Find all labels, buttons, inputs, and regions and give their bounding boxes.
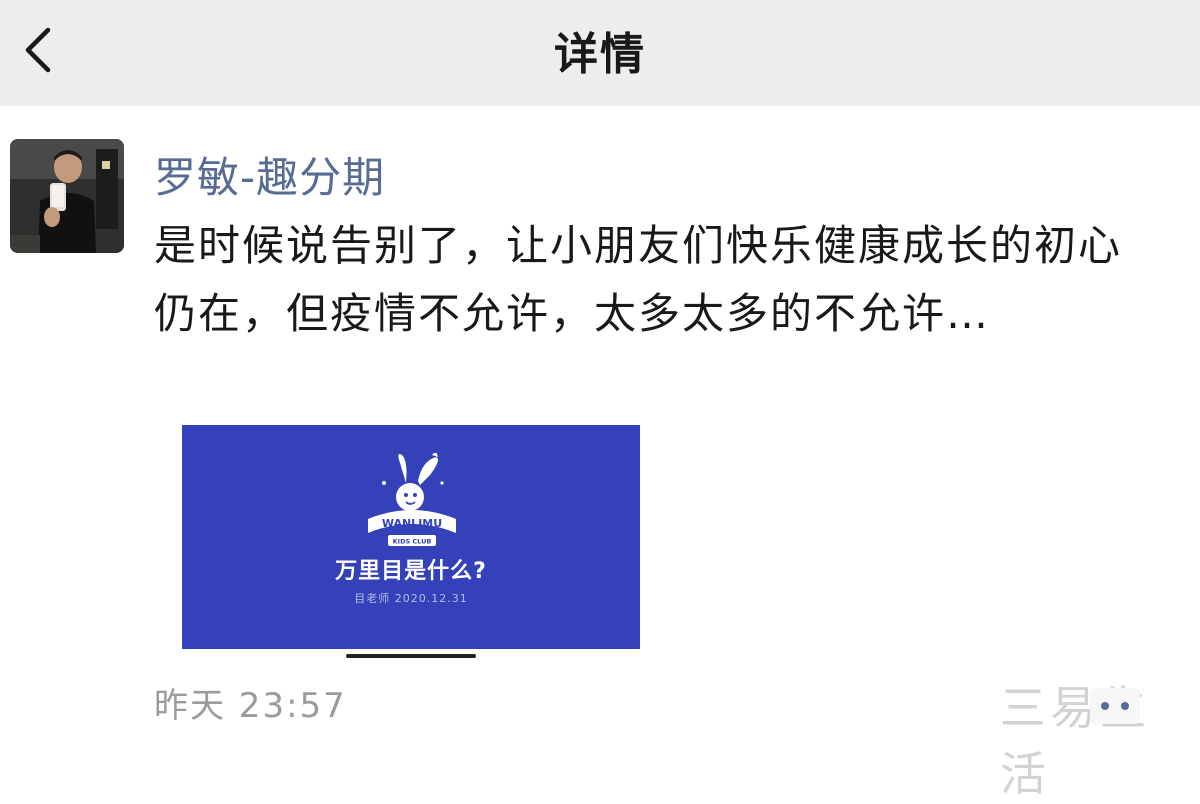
more-button[interactable] xyxy=(1090,688,1140,724)
post-timestamp: 昨天 23:57 xyxy=(154,686,347,726)
post-detail: 罗敏-趣分期 是时候说告别了，让小朋友们快乐健康成长的初心仍在，但疫情不允许，太… xyxy=(0,106,1200,801)
avatar[interactable] xyxy=(10,139,124,253)
author-name[interactable]: 罗敏-趣分期 xyxy=(154,144,385,205)
logo-wordmark: WANLIMU xyxy=(382,517,442,530)
page-title: 详情 xyxy=(554,29,646,80)
link-preview-image[interactable]: WANLIMU KIDS CLUB 万里目是什么? 目老师 2020.12.31 xyxy=(182,425,640,649)
media-meta: 目老师 2020.12.31 xyxy=(354,592,468,605)
nav-bar: 详情 xyxy=(0,0,1200,106)
scroll-indicator xyxy=(346,654,476,658)
post-text: 是时候说告别了，让小朋友们快乐健康成长的初心仍在，但疫情不允许，太多太多的不允许… xyxy=(154,221,1123,338)
more-dots-icon xyxy=(1090,688,1140,724)
wanlimu-logo: WANLIMU KIDS CLUB xyxy=(368,453,456,546)
logo-subtext: KIDS CLUB xyxy=(393,538,432,546)
media-heading: 万里目是什么? xyxy=(335,559,487,584)
avatar-photo xyxy=(10,139,124,253)
